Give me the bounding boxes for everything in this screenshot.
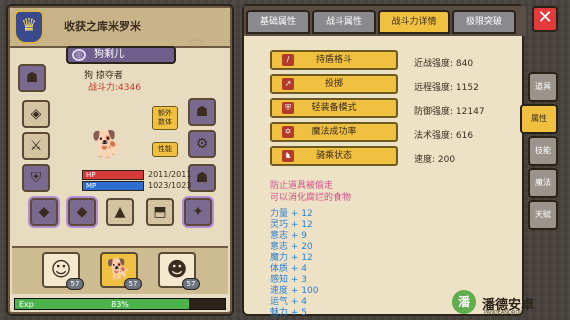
skill-label: 投掷 <box>324 79 343 89</box>
mp-value: 1023/1023 <box>148 181 192 190</box>
watermark-logo-icon: 潘 <box>452 290 476 314</box>
watermark-sub: PANDEANDROID <box>484 310 525 316</box>
skill-shield-fight[interactable]: / 持盾格斗 <box>270 50 398 70</box>
equip-slot-armor[interactable]: ⛨ <box>22 164 50 192</box>
character-header: ♛ 收获之库米罗米 ⌒ <box>10 8 230 57</box>
stat-label: 近战强度: <box>414 59 454 69</box>
bonus-line: 魅力 + 5 <box>270 308 307 318</box>
team-member-level: 57 <box>182 278 200 290</box>
class-emblem-icon: ◎ <box>72 49 86 61</box>
equip-slot-weapon[interactable]: ⚔ <box>22 132 50 160</box>
name-bar: ◎ 狗剩儿 <box>66 46 176 64</box>
side-tab-skills[interactable]: 技能 <box>528 136 558 166</box>
corgi-sprite: 🐕 <box>91 130 125 160</box>
hanger-icon[interactable]: ⌒ <box>188 34 204 58</box>
girl-portrait-icon: ☺ <box>50 257 72 281</box>
team-member-3[interactable]: ☻ 57 <box>158 252 200 290</box>
equip-slot-cloak[interactable]: ⬒ <box>146 198 174 226</box>
side-tab-items[interactable]: 道具 <box>528 72 558 102</box>
character-panel: ♛ 收获之库米罗米 ⌒ ◎ 狗剩儿 狗 掠夺者 战斗力:4346 ☗ ◈ ⚔ ⛨… <box>6 4 234 316</box>
hp-bar: HP <box>82 170 144 180</box>
equip-slot-gloves[interactable]: ✦ <box>184 198 212 226</box>
skill-magic-success[interactable]: ✡ 魔法成功率 <box>270 122 398 142</box>
note-digest-rotten: 可以消化腐烂的食物 <box>270 193 352 203</box>
stat-value: 840 <box>455 59 474 69</box>
tab-base-attributes[interactable]: 基础属性 <box>246 10 310 34</box>
exp-percent: 83% <box>111 300 129 309</box>
stat-defense: 防御强度: 12147 <box>414 104 485 117</box>
extra-stats-label: 额外 数体 <box>158 109 172 126</box>
hp-value: 2011/2011 <box>148 170 192 179</box>
stat-melee: 近战强度: 840 <box>414 56 473 69</box>
side-tab-attributes[interactable]: 属性 <box>520 104 558 134</box>
stat-ranged: 远程强度: 1152 <box>414 80 479 93</box>
tab-limit-break[interactable]: 极限突破 <box>452 10 516 34</box>
stat-spell: 法术强度: 616 <box>414 128 473 141</box>
team-member-2[interactable]: 🐕 57 <box>100 252 142 290</box>
stat-value: 12147 <box>455 107 485 117</box>
skill-label: 持盾格斗 <box>315 55 352 65</box>
team-member-1[interactable]: ☺ 57 <box>42 252 84 290</box>
skill-label: 魔法成功率 <box>311 127 357 137</box>
equip-slot-necklace[interactable]: ◈ <box>22 100 50 128</box>
horse-icon: ♞ <box>282 150 294 162</box>
crest-icon: ♛ <box>14 10 44 44</box>
equip-slot-helmet[interactable]: ☗ <box>18 64 46 92</box>
equip-slot-accessory[interactable]: ▲ <box>106 198 134 226</box>
team-member-level: 57 <box>124 278 142 290</box>
skill-light-armor[interactable]: ⛨ 轻装备模式 <box>270 98 398 118</box>
stats-panel: 基础属性 战斗属性 战斗力详情 极限突破 / 持盾格斗 ↗ 投掷 ⛨ 轻装备模式… <box>242 4 526 318</box>
extra-stats-button[interactable]: 额外 数体 <box>152 106 178 130</box>
watermark: 潘 潘德安卓 PANDEANDROID <box>452 290 566 316</box>
tab-power-details[interactable]: 战斗力详情 <box>378 10 450 34</box>
equip-slot-ring-1[interactable]: ◆ <box>30 198 58 226</box>
equip-slot-belt[interactable]: ⚙ <box>188 130 216 158</box>
equip-slot-hat[interactable]: ☗ <box>188 98 216 126</box>
side-tab-magic[interactable]: 魔法 <box>528 168 558 198</box>
side-tab-talent[interactable]: 天赋 <box>528 200 558 230</box>
stats-tabs: 基础属性 战斗属性 战斗力详情 极限突破 <box>244 6 526 36</box>
character-title: 收获之库米罗米 <box>64 21 141 33</box>
skill-throw[interactable]: ↗ 投掷 <box>270 74 398 94</box>
tab-combat-attributes[interactable]: 战斗属性 <box>312 10 376 34</box>
team-member-level: 57 <box>66 278 84 290</box>
character-name: 狗剩儿 <box>94 49 124 60</box>
performance-label: 性能 <box>158 145 172 153</box>
stat-label: 速度: <box>414 155 436 165</box>
stat-value: 616 <box>455 131 474 141</box>
skill-label: 骑乘状态 <box>315 151 352 161</box>
power-text: 战斗力:4346 <box>88 83 141 93</box>
equip-slot-boots[interactable]: ☗ <box>188 164 216 192</box>
stat-speed: 速度: 200 <box>414 152 455 165</box>
sword-icon: / <box>282 54 294 66</box>
dagger-icon: ↗ <box>282 78 294 90</box>
skill-riding[interactable]: ♞ 骑乘状态 <box>270 146 398 166</box>
mp-label: MP <box>86 182 97 190</box>
stat-value: 200 <box>437 155 456 165</box>
blonde-portrait-icon: ☻ <box>166 257 188 281</box>
exp-bar: Exp 83% <box>14 298 226 310</box>
stat-label: 远程强度: <box>414 83 454 93</box>
mp-bar: MP <box>82 181 144 191</box>
performance-button[interactable]: 性能 <box>152 142 178 157</box>
shield-icon: ⛨ <box>282 102 294 114</box>
stat-label: 法术强度: <box>414 131 454 141</box>
equip-slot-ring-2[interactable]: ◆ <box>68 198 96 226</box>
skill-label: 轻装备模式 <box>311 103 357 113</box>
close-button[interactable]: ✕ <box>532 6 558 32</box>
stat-value: 1152 <box>455 83 479 93</box>
hp-label: HP <box>86 171 96 179</box>
hexagram-icon: ✡ <box>282 126 294 138</box>
stat-label: 防御强度: <box>414 107 454 117</box>
